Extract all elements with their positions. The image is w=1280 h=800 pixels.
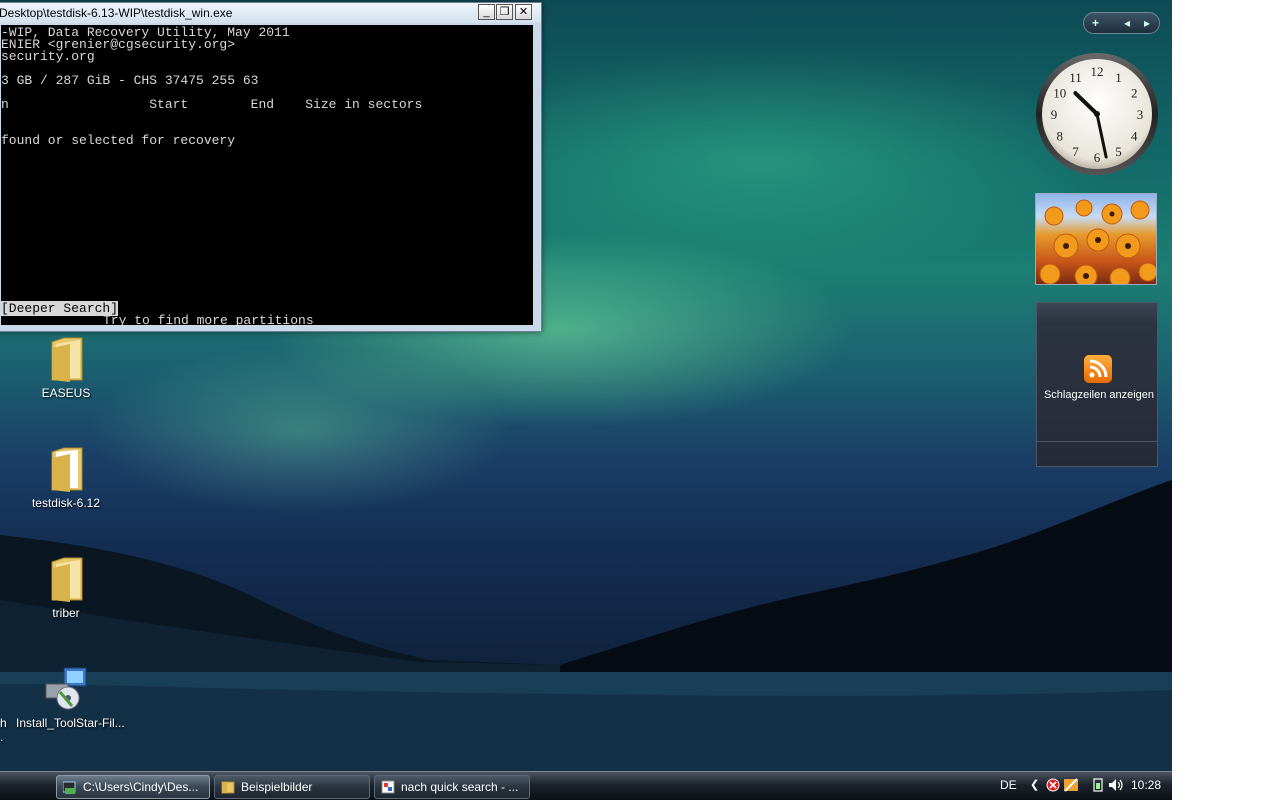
console-line: found or selected for recovery: [1, 133, 236, 148]
language-indicator[interactable]: DE: [1000, 778, 1017, 792]
taskbar-task-console[interactable]: C:\Users\Cindy\Des...: [56, 775, 210, 799]
clock-numeral: 2: [1131, 86, 1138, 101]
taskbar-task-label: nach quick search - ...: [401, 780, 519, 794]
console-icon: [63, 781, 76, 794]
clock-numeral: 4: [1131, 129, 1138, 144]
clock-numeral: 9: [1051, 107, 1058, 122]
console-screen[interactable]: -WIP, Data Recovery Utility, May 2011 EN…: [1, 25, 533, 325]
flower-photo: [1039, 199, 1156, 284]
folder-icon: [221, 781, 235, 794]
desktop-icon-label: triber: [52, 606, 80, 620]
clock-gadget[interactable]: 1234567891011 12: [1035, 52, 1159, 176]
installer-icon: [45, 667, 87, 710]
taskbar-task-label: C:\Users\Cindy\Des...: [83, 780, 199, 794]
desktop-icon-fragment: .: [0, 730, 4, 744]
console-line: security.org: [1, 49, 95, 64]
deeper-search-option[interactable]: [Deeper Search]: [1, 301, 119, 316]
minimize-button[interactable]: _: [478, 4, 495, 20]
sidebar-next-button[interactable]: ▸: [1144, 16, 1150, 30]
show-hidden-icons-chevron-icon[interactable]: ❮: [1030, 778, 1039, 791]
clock-numeral: 6: [1094, 150, 1101, 165]
add-gadget-button[interactable]: +: [1092, 16, 1099, 30]
clock-numeral: 7: [1072, 144, 1079, 159]
clock-numeral: 10: [1053, 86, 1066, 101]
show-headlines-link[interactable]: Schlagzeilen anzeigen: [1037, 389, 1161, 401]
clock-numeral: 8: [1057, 129, 1064, 144]
folder-icon: [51, 447, 83, 492]
deeper-search-hint: Try to find more partitions: [103, 313, 314, 325]
desktop-icon-label: testdisk-6.12: [31, 496, 101, 510]
clock-numeral: 1: [1115, 70, 1122, 85]
taskbar-task-label: Beispielbilder: [241, 780, 313, 794]
clock-numeral: 11: [1069, 70, 1082, 85]
slideshow-gadget[interactable]: [1035, 193, 1157, 285]
clock-numeral: 5: [1115, 144, 1122, 159]
sidebar-toolbar: + ◂ ▸: [1083, 12, 1160, 34]
desktop-icon-label: EASEUS: [41, 386, 91, 400]
console-title: Desktop\testdisk-6.13-WIP\testdisk_win.e…: [0, 6, 233, 20]
taskbar-clock[interactable]: 10:28: [1131, 778, 1161, 792]
console-line: n Start End Size in sectors: [1, 97, 423, 112]
volume-icon[interactable]: [1108, 778, 1124, 792]
paint-icon: [381, 780, 395, 794]
close-button[interactable]: ✕: [515, 4, 532, 20]
folder-icon: [51, 337, 83, 382]
taskbar-task-paint[interactable]: nach quick search - ...: [374, 775, 530, 799]
desktop-icon-fragment: h: [0, 716, 7, 730]
taskbar-task-beispielbilder[interactable]: Beispielbilder: [214, 775, 370, 799]
rss-icon: [1084, 355, 1112, 383]
folder-icon: [51, 557, 83, 602]
feed-headlines-gadget[interactable]: Schlagzeilen anzeigen: [1036, 302, 1158, 467]
testdisk-console-window[interactable]: Desktop\testdisk-6.13-WIP\testdisk_win.e…: [0, 2, 542, 332]
clock-numeral: 12: [1091, 64, 1104, 79]
console-line: 3 GB / 287 GiB - CHS 37475 255 63: [1, 73, 259, 88]
clock-numeral: 3: [1137, 107, 1144, 122]
console-titlebar[interactable]: Desktop\testdisk-6.13-WIP\testdisk_win.e…: [0, 3, 541, 23]
desktop-icon-label: Install_ToolStar-Fil...: [16, 716, 125, 730]
taskbar: C:\Users\Cindy\Des... Beispielbilder nac…: [0, 771, 1172, 800]
security-alert-icon[interactable]: [1046, 778, 1060, 792]
sidebar-prev-button[interactable]: ◂: [1124, 16, 1130, 30]
power-icon[interactable]: [1092, 778, 1104, 792]
maximize-button[interactable]: ❐: [496, 4, 513, 20]
network-app-icon[interactable]: [1063, 777, 1079, 793]
